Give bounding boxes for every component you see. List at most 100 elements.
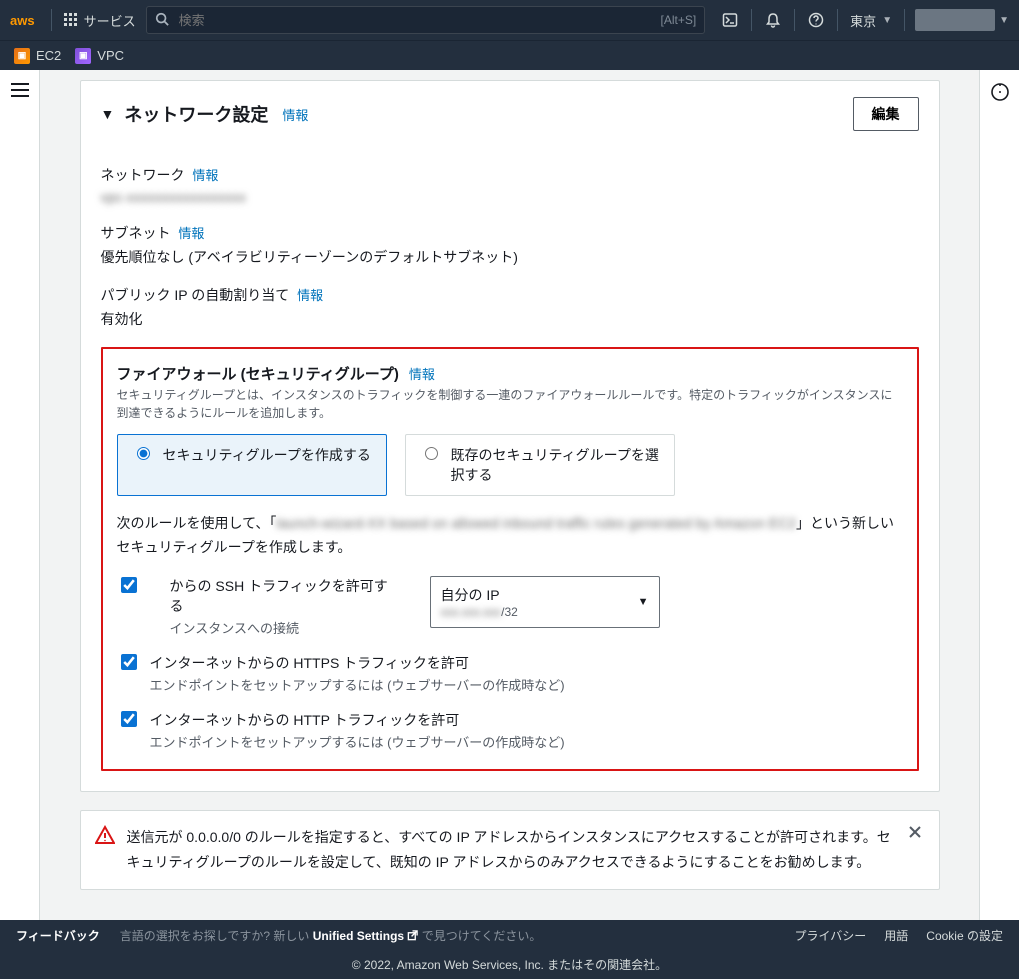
right-rail bbox=[979, 70, 1019, 920]
sg-option-select[interactable]: 既存のセキュリティグループを選択する bbox=[405, 434, 675, 496]
text-fragment: 言語の選択をお探しですか? 新しい bbox=[120, 929, 313, 943]
field-label: サブネット bbox=[101, 225, 171, 241]
field-value: 優先順位なし (アベイラビリティーゾーンのデフォルトサブネット) bbox=[101, 247, 919, 267]
account-name-redacted bbox=[915, 9, 995, 31]
aws-logo[interactable]: aws bbox=[10, 13, 39, 28]
rule-http-desc: エンドポイントをセットアップするには (ウェブサーバーの作成時など) bbox=[150, 732, 565, 751]
caret-down-icon: ▼ bbox=[638, 596, 649, 608]
rule-https-checkbox[interactable] bbox=[121, 654, 137, 670]
vpc-icon: ▣ bbox=[75, 48, 91, 64]
footer-terms[interactable]: 用語 bbox=[884, 927, 908, 944]
rule-ssh-checkbox[interactable] bbox=[121, 577, 137, 593]
services-grid-icon bbox=[64, 13, 78, 27]
rule-http: インターネットからの HTTP トラフィックを許可 エンドポイントをセットアップ… bbox=[117, 710, 903, 751]
warning-dismiss[interactable] bbox=[905, 825, 925, 839]
main-content: ▼ ネットワーク設定 情報 編集 ネットワーク 情報 vpc-xxxxxxxxx… bbox=[40, 70, 979, 920]
firewall-section-highlight: ファイアウォール (セキュリティグループ) 情報 セキュリティグループとは、イン… bbox=[101, 347, 919, 771]
panel-title-row[interactable]: ▼ ネットワーク設定 情報 bbox=[101, 101, 309, 127]
footer-bar: フィードバック 言語の選択をお探しですか? 新しい Unified Settin… bbox=[0, 920, 1019, 952]
nav-divider bbox=[794, 9, 795, 31]
nav-divider bbox=[51, 9, 52, 31]
rule-http-label: インターネットからの HTTP トラフィックを許可 bbox=[150, 710, 565, 730]
nav-divider bbox=[904, 9, 905, 31]
footer-privacy[interactable]: プライバシー bbox=[795, 927, 867, 944]
field-label: パブリック IP の自動割り当て bbox=[101, 287, 290, 303]
global-search[interactable]: [Alt+S] bbox=[146, 6, 706, 34]
side-nav-toggle[interactable] bbox=[10, 82, 30, 98]
rule-ssh-desc: インスタンスへの接続 bbox=[170, 618, 400, 637]
services-label: サービス bbox=[84, 11, 136, 30]
global-nav: aws サービス [Alt+S] 東京 ▼ ▼ bbox=[0, 0, 1019, 40]
field-public-ip: パブリック IP の自動割り当て 情報 有効化 bbox=[101, 285, 919, 329]
field-label: ネットワーク bbox=[101, 167, 185, 183]
text-fragment: 次のルールを使用して、「 bbox=[117, 515, 277, 531]
firewall-title: ファイアウォール (セキュリティグループ) bbox=[117, 363, 399, 384]
rule-https-label: インターネットからの HTTPS トラフィックを許可 bbox=[150, 653, 565, 673]
ssh-source-cidr: xxx.xxx.xxx/32 bbox=[441, 605, 649, 619]
caret-down-icon: ▼ bbox=[999, 15, 1009, 26]
service-subnav: ▣ EC2 ▣ VPC bbox=[0, 40, 1019, 70]
region-label: 東京 bbox=[850, 11, 876, 30]
footer-copyright: © 2022, Amazon Web Services, Inc. またはその関… bbox=[0, 952, 1019, 979]
footer-cookie[interactable]: Cookie の設定 bbox=[926, 927, 1003, 944]
info-link[interactable]: 情報 bbox=[409, 364, 435, 383]
text-fragment: で見つけてください。 bbox=[422, 929, 542, 943]
warning-icon bbox=[95, 825, 115, 848]
text-fragment-redacted: launch-wizard-XX based on allowed inboun… bbox=[276, 515, 796, 531]
help-panel-toggle[interactable] bbox=[990, 82, 1010, 920]
account-menu[interactable]: ▼ bbox=[911, 9, 1009, 31]
nav-divider bbox=[837, 9, 838, 31]
search-shortcut: [Alt+S] bbox=[660, 13, 696, 27]
ssh-source-select[interactable]: 自分の IP xxx.xxx.xxx/32 ▼ bbox=[430, 576, 660, 628]
services-menu[interactable]: サービス bbox=[64, 11, 136, 30]
search-input[interactable] bbox=[177, 12, 653, 29]
feedback-link[interactable]: フィードバック bbox=[16, 927, 100, 944]
notifications-button[interactable] bbox=[758, 5, 788, 35]
ssh-source-label: 自分の IP bbox=[441, 585, 649, 605]
service-chip-vpc[interactable]: ▣ VPC bbox=[71, 46, 128, 66]
service-chip-label: EC2 bbox=[36, 48, 61, 63]
rule-http-checkbox[interactable] bbox=[121, 711, 137, 727]
nav-divider bbox=[751, 9, 752, 31]
edit-button[interactable]: 編集 bbox=[853, 97, 919, 131]
info-link[interactable]: 情報 bbox=[297, 288, 323, 303]
sg-option-create-label: セキュリティグループを作成する bbox=[163, 445, 371, 465]
collapse-caret-icon: ▼ bbox=[101, 106, 115, 122]
network-settings-panel: ▼ ネットワーク設定 情報 編集 ネットワーク 情報 vpc-xxxxxxxxx… bbox=[80, 80, 940, 792]
service-chip-ec2[interactable]: ▣ EC2 bbox=[10, 46, 65, 66]
sg-option-select-label: 既存のセキュリティグループを選択する bbox=[451, 445, 660, 485]
footer-lang-hint: 言語の選択をお探しですか? 新しい Unified Settings で見つけて… bbox=[120, 927, 542, 944]
help-button[interactable] bbox=[801, 5, 831, 35]
sg-option-select-radio[interactable] bbox=[425, 447, 438, 460]
text-fragment-redacted: xxx.xxx.xxx bbox=[441, 605, 502, 619]
info-link[interactable]: 情報 bbox=[192, 168, 218, 183]
unified-settings-link[interactable]: Unified Settings bbox=[313, 929, 422, 943]
rule-ssh-label: からの SSH トラフィックを許可する bbox=[170, 576, 400, 616]
ec2-icon: ▣ bbox=[14, 48, 30, 64]
field-value-redacted: vpc-xxxxxxxxxxxxxxxxx bbox=[101, 189, 919, 205]
caret-down-icon: ▼ bbox=[882, 15, 892, 26]
firewall-desc: セキュリティグループとは、インスタンスのトラフィックを制御する一連のファイアウォ… bbox=[117, 386, 903, 422]
warning-text: 送信元が 0.0.0.0/0 のルールを指定すると、すべての IP アドレスから… bbox=[127, 825, 893, 875]
nav-right: 東京 ▼ ▼ bbox=[715, 5, 1009, 35]
text-fragment: /32 bbox=[501, 605, 518, 619]
service-chip-label: VPC bbox=[97, 48, 124, 63]
field-subnet: サブネット 情報 優先順位なし (アベイラビリティーゾーンのデフォルトサブネット… bbox=[101, 223, 919, 267]
field-network: ネットワーク 情報 vpc-xxxxxxxxxxxxxxxxx bbox=[101, 165, 919, 205]
info-link[interactable]: 情報 bbox=[282, 105, 308, 124]
rule-ssh: からの SSH トラフィックを許可する インスタンスへの接続 自分の IP xx… bbox=[117, 576, 903, 637]
cloudshell-button[interactable] bbox=[715, 5, 745, 35]
region-selector[interactable]: 東京 ▼ bbox=[844, 11, 898, 30]
text-fragment: Unified Settings bbox=[313, 929, 404, 943]
search-icon bbox=[155, 12, 169, 29]
new-sg-text: 次のルールを使用して、「launch-wizard-XX based on al… bbox=[117, 512, 903, 560]
left-rail bbox=[0, 70, 40, 920]
rule-https: インターネットからの HTTPS トラフィックを許可 エンドポイントをセットアッ… bbox=[117, 653, 903, 694]
sg-option-create[interactable]: セキュリティグループを作成する bbox=[117, 434, 387, 496]
panel-title: ネットワーク設定 bbox=[124, 101, 268, 127]
open-source-warning: 送信元が 0.0.0.0/0 のルールを指定すると、すべての IP アドレスから… bbox=[80, 810, 940, 890]
field-value: 有効化 bbox=[101, 309, 919, 329]
sg-option-create-radio[interactable] bbox=[137, 447, 150, 460]
info-link[interactable]: 情報 bbox=[178, 226, 204, 241]
rule-https-desc: エンドポイントをセットアップするには (ウェブサーバーの作成時など) bbox=[150, 675, 565, 694]
